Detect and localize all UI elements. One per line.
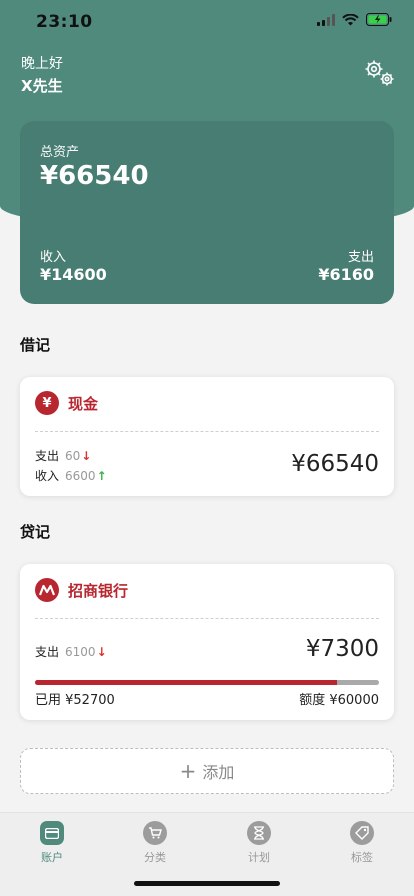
status-bar: 23:10 (0, 0, 414, 44)
settings-button[interactable] (362, 58, 396, 88)
bank-expense-value: 6100 (65, 645, 96, 659)
status-icons (317, 13, 392, 26)
credit-usage-fill (35, 680, 338, 685)
gear-icon (365, 60, 394, 86)
tab-categories[interactable]: 分类 (125, 821, 185, 865)
credit-usage-bar (35, 680, 379, 685)
tab-accounts[interactable]: 账户 (22, 821, 82, 865)
cash-income-label: 收入 (35, 469, 60, 483)
bank-account-header: 招商银行 (35, 578, 128, 602)
cart-icon (143, 821, 167, 845)
tab-tags[interactable]: 标签 (332, 821, 392, 865)
tab-label: 计划 (248, 851, 270, 864)
cash-account-header: ¥ 现金 (35, 391, 98, 415)
tab-label: 账户 (41, 851, 63, 864)
used-amount: 已用 ¥52700 (35, 693, 115, 708)
cash-expense-label: 支出 (35, 449, 60, 463)
hourglass-icon (247, 821, 271, 845)
cash-expense-row: 支出 60↓ (35, 447, 91, 464)
tab-plans[interactable]: 计划 (229, 821, 289, 865)
income-label: 收入 (40, 250, 67, 265)
add-label: 添加 (202, 763, 235, 782)
tab-label: 标签 (351, 851, 373, 864)
bank-logo-icon (35, 578, 59, 602)
expense-label: 支出 (347, 250, 374, 265)
add-account-button[interactable]: + 添加 (20, 748, 394, 794)
bank-expense-label: 支出 (35, 645, 60, 659)
wifi-icon (342, 13, 359, 25)
card-icon (40, 821, 64, 845)
divider (35, 431, 379, 432)
tag-icon (350, 821, 374, 845)
cash-expense-value: 60 (65, 449, 81, 463)
cash-account-card[interactable]: ¥ 现金 支出 60↓ 收入 6600↑ ¥66540 (20, 377, 394, 496)
cash-income-row: 收入 6600↑ (35, 467, 107, 484)
signal-icon (317, 13, 335, 26)
bank-expense-row: 支出 6100↓ (35, 643, 107, 660)
battery-icon (366, 13, 392, 26)
status-time: 23:10 (36, 12, 93, 32)
greeting-text: 晚上好 (21, 56, 63, 72)
tab-label: 分类 (144, 851, 166, 864)
arrow-down-icon: ↓ (96, 645, 107, 659)
credit-limit: 额度 ¥60000 (299, 693, 379, 708)
income-value: ¥14600 (40, 265, 107, 284)
credit-section-title: 贷记 (20, 523, 51, 541)
expense-value: ¥6160 (318, 265, 374, 284)
total-assets-value: ¥66540 (40, 161, 149, 191)
cash-income-value: 6600 (65, 469, 96, 483)
divider (35, 618, 379, 619)
cash-balance: ¥66540 (291, 451, 379, 477)
plus-icon: + (179, 759, 197, 783)
bank-balance: ¥7300 (305, 636, 379, 662)
asset-summary-card: 总资产 ¥66540 收入 ¥14600 支出 ¥6160 (20, 121, 394, 304)
debit-section-title: 借记 (20, 336, 51, 354)
yen-icon: ¥ (35, 391, 59, 415)
bank-account-card[interactable]: 招商银行 支出 6100↓ ¥7300 已用 ¥52700 额度 ¥60000 (20, 564, 394, 720)
arrow-up-icon: ↑ (96, 469, 107, 483)
user-name: X先生 (21, 77, 63, 95)
bank-account-name: 招商银行 (68, 581, 129, 600)
total-assets-label: 总资产 (40, 145, 80, 160)
home-indicator (134, 881, 280, 886)
arrow-down-icon: ↓ (81, 449, 92, 463)
cash-account-name: 现金 (68, 394, 99, 413)
